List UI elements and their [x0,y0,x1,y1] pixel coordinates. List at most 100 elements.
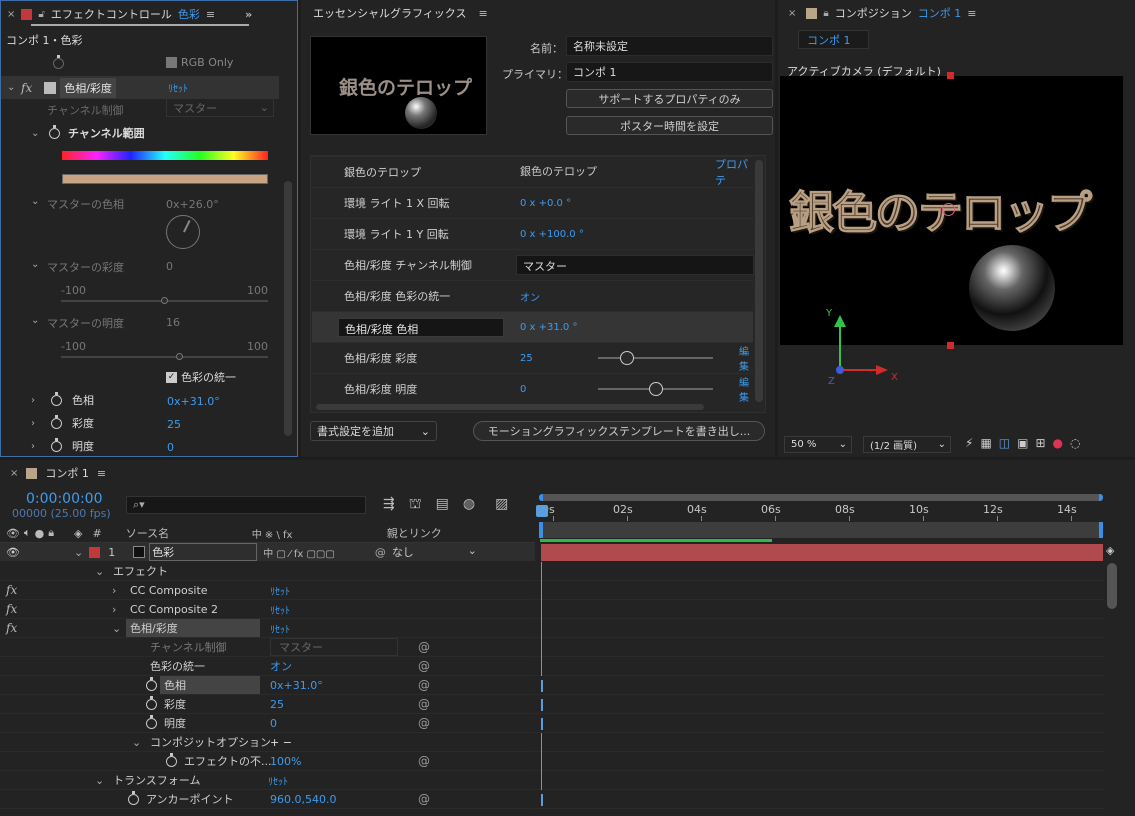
master-hue-row[interactable]: ⌄ マスターの色相 [31,196,124,212]
grid-guides-icon[interactable]: ⊞ [1035,436,1045,450]
source-name-header[interactable]: ソース名 [126,525,246,541]
chevron-right-icon[interactable]: ⌄ [31,259,41,275]
label-icon[interactable]: ◈ [74,527,82,540]
eg-property-row[interactable]: 環境 ライト 1 X 回転 0 x +0.0 ° [312,187,753,218]
eg-property-row[interactable]: 環境 ライト 1 Y 回転 0 x +100.0 ° [312,218,753,249]
comp-tab[interactable]: コンポ 1 [798,30,869,49]
stopwatch-icon[interactable] [146,714,157,729]
chevron-right-icon[interactable]: › [31,441,41,452]
layer-name[interactable]: 色彩 [149,543,258,561]
chevron-right-icon[interactable]: › [31,395,41,406]
master-sat-value[interactable]: 0 [166,260,173,273]
master-light-row[interactable]: ⌄ マスターの明度 [31,315,124,331]
keyframe-marker[interactable] [541,718,543,730]
add-format-dropdown[interactable]: 書式設定を追加 ⌄ [310,421,437,441]
chevron-down-icon[interactable]: ⌄ [31,128,41,139]
panel-title[interactable]: エッセンシャルグラフィックス [313,5,466,21]
timeline-track-row[interactable] [536,695,1104,714]
chevron-right-icon[interactable]: › [31,418,41,429]
layer-duration-bar[interactable] [541,544,1103,561]
hue-prop-value[interactable]: 0x+31.0° [270,679,323,692]
master-light-value[interactable]: 16 [166,316,180,329]
anchor-point-prop[interactable]: アンカーポイント 960.0,540.0 @ [0,790,535,809]
comp-flowchart-icon[interactable]: ⇶ [383,496,395,514]
channel-range-row[interactable]: ⌄ チャンネル範囲 [31,124,145,141]
chevron-right-icon[interactable]: ⌄ [31,315,41,331]
stopwatch-icon[interactable] [51,414,62,429]
sat-prop[interactable]: 彩度 25 @ [0,695,535,714]
hue-prop[interactable]: 色相 0x+31.0° @ [0,676,535,695]
eg-property-row[interactable]: 色相/彩度 彩度 25 編集 [312,342,753,373]
lock-icon[interactable]: 🔒︎ [823,8,828,19]
keyframe-marker[interactable] [541,699,543,711]
work-area-bar[interactable] [539,522,1103,538]
hue-value[interactable]: 0x+31.0° [167,395,220,408]
anchor-point-prop-value[interactable]: 960.0,540.0 [270,793,336,806]
sat-value[interactable]: 25 [167,418,181,431]
color-management-icon[interactable]: ◌ [1070,436,1080,450]
timeline-track-row[interactable] [536,562,1104,581]
stopwatch-icon[interactable] [53,54,64,69]
eg-property-value[interactable]: 25 [520,353,533,364]
comp-title-text[interactable]: 銀色のテロップ [788,176,1092,241]
parent-link-header[interactable]: 親とリンク [387,525,442,541]
reset-link[interactable]: ﾘｾｯﾄ [270,621,290,636]
chevron-right-icon[interactable]: ⌄ [31,196,41,212]
timeline-search[interactable]: ⌕▾ [126,496,366,514]
effect-cc-composite-2[interactable]: fx › CC Composite 2 ﾘｾｯﾄ [0,600,535,619]
timecode[interactable]: 0:00:00:00 [26,491,103,507]
label-color[interactable] [89,546,101,558]
slider-thumb[interactable] [161,297,168,304]
timeline-track-row[interactable] [536,733,1104,752]
light-prop[interactable]: 明度 0 @ [0,714,535,733]
scrollbar[interactable] [284,181,292,436]
master-light-slider[interactable] [61,356,268,358]
effects-group[interactable]: ⌄ エフェクト [0,562,535,581]
colorize-checkbox[interactable]: ✓ 色彩の統一 [166,369,236,385]
sat-prop-value[interactable]: 25 [270,698,284,711]
eg-property-row[interactable]: 色相/彩度 明度 0 編集 [312,373,753,404]
effect-opacity-prop[interactable]: エフェクトの不... 100% @ [0,752,535,771]
close-icon[interactable]: × [7,9,15,20]
expression-pickwhip-icon[interactable]: @ [418,678,430,692]
timeline-track-row[interactable] [536,581,1104,600]
solo-icon[interactable]: ● [35,527,45,540]
graph-editor-icon[interactable]: ▨ [495,496,508,514]
effect-cc-composite[interactable]: fx › CC Composite ﾘｾｯﾄ [0,581,535,600]
playhead-head[interactable] [536,505,548,517]
reset-link[interactable]: ﾘｾｯﾄ [168,80,188,95]
eg-scrollbar[interactable] [755,160,763,402]
expression-pickwhip-icon[interactable]: @ [418,754,430,768]
effect-name[interactable]: 色相/彩度 [60,77,116,98]
expression-pickwhip-icon[interactable]: @ [418,640,430,654]
stopwatch-icon[interactable] [166,752,177,767]
effect-header-row[interactable]: ⌄ fx 色相/彩度 ﾘｾｯﾄ [1,76,279,99]
fx-icon[interactable]: fx [21,81,32,95]
timeline-scrollbar[interactable] [1107,563,1117,609]
motion-blur-icon[interactable]: ◍ [463,496,475,514]
rgb-channels-icon[interactable]: ● [1053,436,1063,450]
eg-property-value[interactable]: 0 x +0.0 ° [520,198,571,209]
fx-icon[interactable]: fx [6,602,17,616]
keyframe-marker[interactable] [541,680,543,692]
reset-link[interactable]: ﾘｾｯﾄ [268,773,288,788]
expression-pickwhip-icon[interactable]: @ [418,659,430,673]
set-poster-time-button[interactable]: ポスター時間を設定 [566,116,773,135]
eg-property-value[interactable]: 0 x +100.0 ° [520,229,584,240]
timeline-track-row[interactable] [536,714,1104,733]
timeline-title[interactable]: コンポ 1 [45,465,89,481]
light-value[interactable]: 0 [167,441,174,454]
transparency-grid-icon[interactable]: ▦ [980,436,991,450]
checkbox-checked-icon[interactable]: ✓ [166,371,177,383]
edit-link[interactable]: 編集 [739,374,753,404]
region-of-interest-icon[interactable]: ▣ [1017,436,1028,450]
supported-properties-button[interactable]: サポートするプロパティのみ [566,89,773,108]
fx-icon[interactable]: fx [6,621,17,635]
timeline-track-row[interactable] [536,752,1104,771]
stopwatch-icon[interactable] [128,790,139,805]
hue-row[interactable]: › 色相 [31,391,94,408]
eg-property-row[interactable]: 色相/彩度 色彩の統一 オン [312,280,753,311]
close-icon[interactable]: × [788,8,796,19]
mask-visibility-icon[interactable]: ◫ [999,436,1010,450]
expression-pickwhip-icon[interactable]: @ [418,697,430,711]
